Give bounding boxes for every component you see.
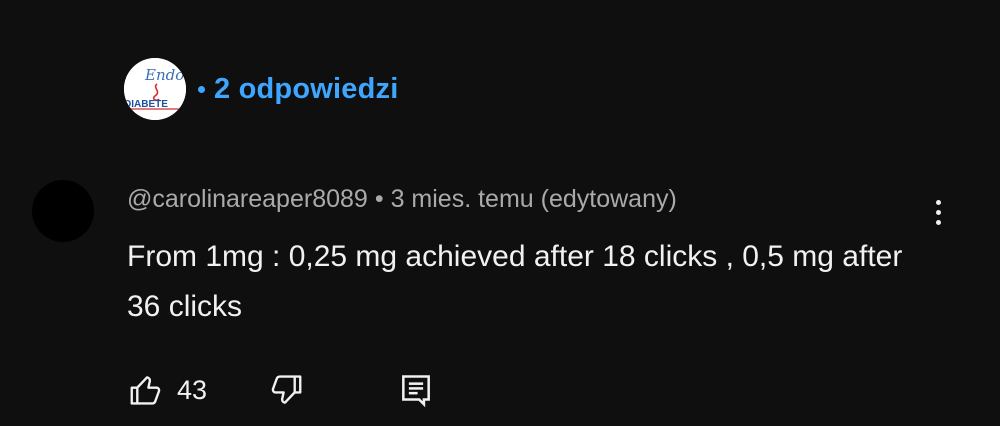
comment-time[interactable]: 3 mies. temu: [391, 185, 534, 213]
replies-count-label[interactable]: 2 odpowiedzi: [214, 73, 398, 106]
logo-text-diabete: DIABETE: [124, 99, 168, 110]
logo-text-endo: Endo: [144, 66, 184, 84]
comment-author[interactable]: @carolinareaper8089: [127, 185, 368, 213]
comment-header: @carolinareaper8089 • 3 mies. temu (edytow…: [127, 185, 677, 214]
replies-bullet-dot: [198, 85, 205, 93]
like-count: 43: [177, 374, 208, 405]
edited-label: (edytowany): [540, 185, 677, 213]
replies-toggle[interactable]: Endo DIABETE 2 odpowiedzi: [124, 58, 398, 120]
dislike-button[interactable]: [267, 371, 305, 409]
comment-text: From 1mg : 0,25 mg achieved after 18 cli…: [127, 240, 903, 323]
reply-comment-icon: [402, 375, 430, 408]
commenter-avatar[interactable]: [32, 180, 94, 242]
comment-actions: 43: [127, 368, 435, 412]
thumbs-up-icon: [130, 376, 161, 405]
header-separator: •: [374, 185, 384, 213]
channel-logo-icon: Endo DIABETE: [124, 58, 186, 120]
reply-button[interactable]: [397, 371, 435, 409]
channel-avatar: Endo DIABETE: [124, 58, 186, 120]
more-vertical-icon[interactable]: [920, 190, 956, 234]
like-button[interactable]: 43: [127, 371, 207, 409]
thumbs-down-icon: [271, 375, 302, 404]
